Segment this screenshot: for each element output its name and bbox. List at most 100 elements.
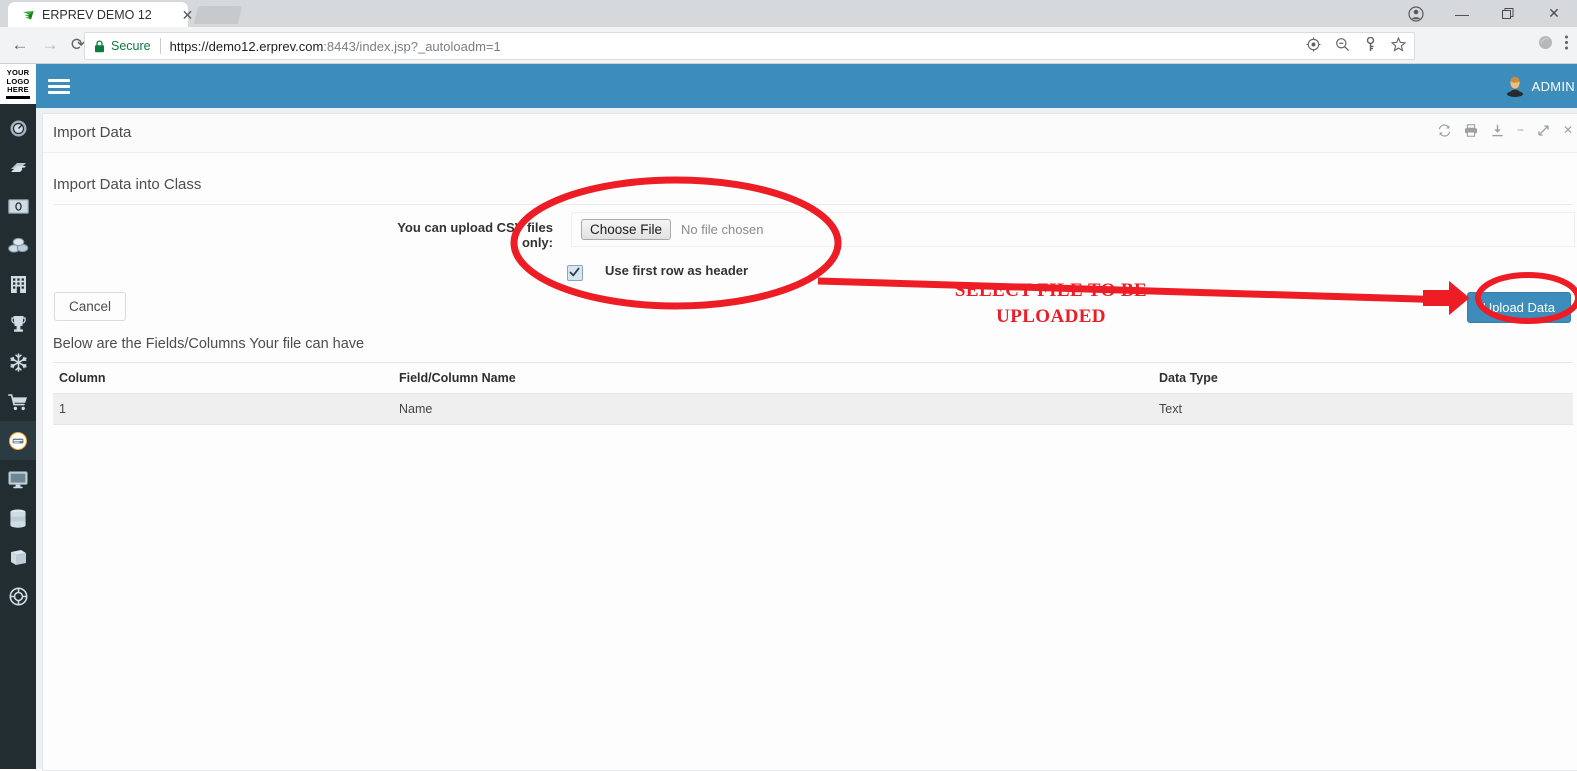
cell-field-name: Name bbox=[393, 393, 1153, 425]
omnibox-icons bbox=[1306, 33, 1407, 59]
fields-caption: Below are the Fields/Columns Your file c… bbox=[53, 336, 365, 352]
fields-table: Column Field/Column Name Data Type 1 Nam… bbox=[53, 362, 1573, 425]
star-icon[interactable] bbox=[1390, 36, 1407, 55]
user-avatar-icon bbox=[1505, 75, 1525, 97]
app-topbar: ADMIN bbox=[36, 64, 1577, 108]
key-icon[interactable] bbox=[1364, 36, 1377, 55]
url-path: :8443/index.jsp?_autoloadm=1 bbox=[323, 38, 501, 54]
download-icon[interactable] bbox=[1491, 124, 1504, 137]
tab-close-icon[interactable]: ✕ bbox=[180, 8, 195, 23]
cancel-button[interactable]: Cancel bbox=[54, 292, 127, 321]
sidebar-item-database[interactable] bbox=[0, 499, 36, 538]
extension-icon[interactable] bbox=[1537, 34, 1554, 56]
sidebar-item-snowflake[interactable] bbox=[0, 343, 36, 382]
menu-dots-icon[interactable] bbox=[1564, 34, 1569, 56]
app-sidebar: YOUR LOGO HERE bbox=[0, 64, 36, 769]
sidebar-item-coins[interactable] bbox=[0, 226, 36, 265]
building-icon bbox=[10, 275, 27, 294]
hamburger-icon[interactable] bbox=[48, 76, 70, 96]
sidebar-item-desktop[interactable] bbox=[0, 460, 36, 499]
target-icon[interactable] bbox=[1306, 37, 1321, 55]
sidebar-item-building[interactable] bbox=[0, 265, 36, 304]
user-menu[interactable]: ADMIN bbox=[1505, 64, 1577, 108]
close-button[interactable]: ✕ bbox=[1531, 0, 1577, 27]
file-input[interactable]: Choose File No file chosen bbox=[571, 212, 1575, 247]
restore-button[interactable] bbox=[1485, 0, 1531, 27]
url-host: https://demo12.erprev.com bbox=[169, 38, 324, 54]
window-controls: — ✕ bbox=[1393, 0, 1577, 27]
cell-column: 1 bbox=[53, 393, 393, 425]
monitor-icon bbox=[8, 470, 28, 489]
new-tab-button[interactable] bbox=[193, 6, 243, 24]
lifebuoy-icon bbox=[9, 587, 28, 606]
section-title: Import Data into Class bbox=[53, 176, 202, 193]
panel-tools: − ✕ bbox=[1438, 123, 1573, 137]
coins-icon bbox=[7, 237, 29, 254]
snowflake-icon bbox=[9, 353, 28, 372]
money-bill-icon bbox=[7, 199, 29, 214]
print-icon[interactable] bbox=[1464, 123, 1478, 137]
browser-toolbar: ← → ⟳ Secure https://demo12.erprev.com:8… bbox=[0, 27, 1577, 64]
file-upload-row: You can upload CSV files only: Choose Fi… bbox=[43, 212, 1577, 250]
table-header-row: Column Field/Column Name Data Type bbox=[53, 362, 1573, 394]
lock-icon bbox=[94, 39, 105, 53]
sidebar-item-book[interactable] bbox=[0, 538, 36, 577]
panel-header: Import Data − ✕ bbox=[43, 114, 1577, 153]
file-upload-label: You can upload CSV files only: bbox=[397, 220, 553, 250]
circle-card-icon bbox=[8, 431, 28, 451]
sidebar-item-cart[interactable] bbox=[0, 382, 36, 421]
forward-button[interactable]: → bbox=[38, 33, 62, 57]
database-icon bbox=[9, 509, 27, 528]
upload-data-button[interactable]: Upload Data bbox=[1466, 292, 1571, 323]
annotation-callout: SELECT FILE TO BE UPLOADED bbox=[945, 278, 1157, 330]
choose-file-button[interactable]: Choose File bbox=[581, 219, 672, 240]
security-label: Secure bbox=[111, 39, 151, 53]
url-text: https://demo12.erprev.com:8443/index.jsp… bbox=[170, 39, 501, 54]
sidebar-item-tags[interactable] bbox=[0, 148, 36, 187]
content-area: Import Data − ✕ Import Data into Class Y… bbox=[36, 108, 1577, 771]
logo-line-3: HERE bbox=[7, 85, 29, 95]
shopping-cart-icon bbox=[8, 393, 28, 411]
minimize-button[interactable]: — bbox=[1439, 0, 1485, 27]
sidebar-item-dashboard[interactable] bbox=[0, 109, 36, 148]
address-bar[interactable]: Secure https://demo12.erprev.com:8443/in… bbox=[84, 32, 1415, 60]
table-row: 1 Name Text bbox=[53, 393, 1573, 425]
sidebar-item-money[interactable] bbox=[0, 187, 36, 226]
column-header-data-type: Data Type bbox=[1153, 362, 1573, 394]
tab-strip: ERPREV DEMO 12 ✕ — ✕ bbox=[0, 0, 1577, 27]
column-header-column: Column bbox=[53, 362, 393, 394]
import-data-panel: Import Data − ✕ Import Data into Class Y… bbox=[42, 113, 1577, 771]
column-header-field-name: Field/Column Name bbox=[393, 362, 1153, 394]
no-file-chosen-text: No file chosen bbox=[681, 222, 764, 237]
book-icon bbox=[9, 549, 28, 567]
cell-data-type: Text bbox=[1153, 393, 1573, 425]
browser-window: ERPREV DEMO 12 ✕ — ✕ ← → ⟳ Secure https:… bbox=[0, 0, 1577, 771]
sidebar-item-trophy[interactable] bbox=[0, 304, 36, 343]
trophy-icon bbox=[10, 314, 27, 333]
erprev-logo-icon bbox=[22, 9, 35, 22]
app-logo[interactable]: YOUR LOGO HERE bbox=[0, 64, 36, 104]
sidebar-item-lifebuoy[interactable] bbox=[0, 577, 36, 616]
annotation-line-2: UPLOADED bbox=[996, 306, 1106, 327]
profile-icon[interactable] bbox=[1393, 0, 1439, 27]
use-first-row-label: Use first row as header bbox=[605, 263, 749, 278]
gauge-icon bbox=[9, 119, 28, 138]
refresh-icon[interactable] bbox=[1438, 123, 1451, 137]
extension-area bbox=[1537, 32, 1569, 58]
zoom-out-icon[interactable] bbox=[1335, 37, 1350, 55]
logo-underline bbox=[6, 95, 30, 99]
omnibox-divider bbox=[159, 38, 161, 54]
use-first-row-checkbox[interactable] bbox=[567, 265, 583, 281]
annotation-line-1: SELECT FILE TO BE bbox=[954, 280, 1148, 301]
minimize-icon[interactable]: − bbox=[1517, 123, 1524, 137]
close-icon[interactable]: ✕ bbox=[1563, 123, 1573, 137]
header-checkbox-row: Use first row as header bbox=[43, 262, 1577, 288]
tab-title: ERPREV DEMO 12 bbox=[42, 8, 152, 22]
user-name: ADMIN bbox=[1531, 78, 1575, 94]
expand-icon[interactable] bbox=[1537, 124, 1550, 137]
browser-tab[interactable]: ERPREV DEMO 12 ✕ bbox=[8, 2, 193, 27]
back-button[interactable]: ← bbox=[8, 33, 32, 57]
page-title: Import Data bbox=[53, 124, 132, 141]
section-divider bbox=[53, 204, 1573, 205]
sidebar-item-import[interactable] bbox=[0, 421, 36, 460]
